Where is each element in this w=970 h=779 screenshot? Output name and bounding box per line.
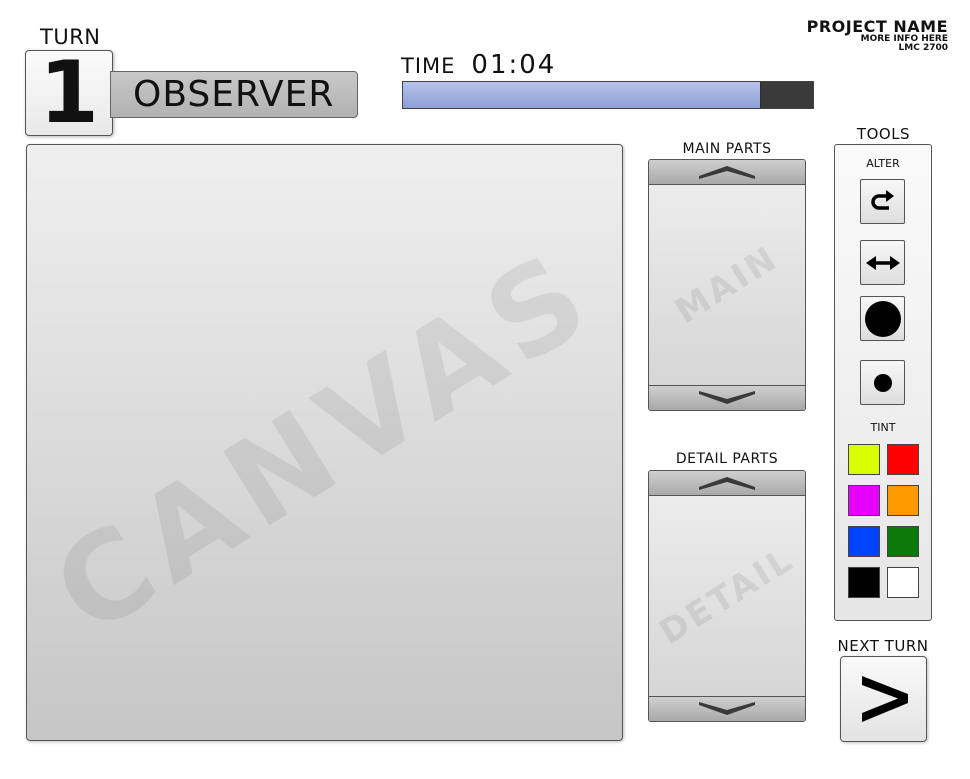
- time-progress-bar: [402, 81, 814, 109]
- tint-swatch-magenta[interactable]: [848, 485, 880, 516]
- alter-label: ALTER: [866, 157, 900, 170]
- chevron-up-icon: [699, 477, 755, 490]
- main-parts-scroll-down-button[interactable]: [649, 385, 805, 410]
- canvas-watermark: CANVAS: [30, 223, 619, 662]
- chevron-down-icon: [699, 391, 755, 404]
- project-info: PROJECT NAME MORE INFO HERE LMC 2700: [807, 19, 948, 53]
- chevron-up-icon: [699, 166, 755, 179]
- project-name: PROJECT NAME: [806, 17, 948, 36]
- tint-swatch-orange[interactable]: [887, 485, 919, 516]
- main-parts-title: MAIN PARTS: [682, 141, 772, 157]
- main-parts-watermark: MAIN: [668, 238, 786, 332]
- detail-parts-scroll-up-button[interactable]: [649, 471, 805, 496]
- large-brush-button[interactable]: [860, 296, 905, 341]
- next-turn-button[interactable]: [840, 656, 927, 742]
- drawing-canvas[interactable]: CANVAS: [26, 144, 623, 741]
- time-label: TIME: [401, 54, 456, 78]
- detail-parts-watermark: DETAIL: [652, 539, 802, 653]
- small-brush-button[interactable]: [860, 360, 905, 405]
- tint-label: TINT: [870, 421, 896, 434]
- tint-swatch-red[interactable]: [887, 444, 919, 475]
- rotate-icon: [870, 189, 894, 210]
- large-circle-icon: [864, 300, 901, 337]
- main-parts-scroll-up-button[interactable]: [649, 160, 805, 185]
- flip-horizontal-icon: [865, 255, 900, 270]
- tint-swatch-blue[interactable]: [848, 526, 880, 557]
- detail-parts-scroll-down-button[interactable]: [649, 696, 805, 721]
- tint-swatch-yellow[interactable]: [848, 444, 880, 475]
- time-progress-fill: [403, 82, 761, 108]
- next-turn-label: NEXT TURN: [837, 637, 929, 655]
- tint-swatch-green[interactable]: [887, 526, 919, 557]
- turn-number: 1: [25, 50, 113, 136]
- chevron-right-icon: [861, 676, 908, 722]
- tint-swatch-black[interactable]: [848, 567, 880, 598]
- timer: TIME 01:04: [401, 50, 556, 80]
- flip-button[interactable]: [860, 240, 905, 285]
- detail-parts-title: DETAIL PARTS: [675, 451, 779, 467]
- small-circle-icon: [873, 373, 892, 392]
- detail-parts-list[interactable]: DETAIL: [648, 470, 806, 722]
- main-parts-list[interactable]: MAIN: [648, 159, 806, 411]
- tools-panel: ALTER TINT: [834, 144, 932, 621]
- project-code: LMC 2700: [898, 43, 948, 53]
- chevron-down-icon: [699, 702, 755, 715]
- time-value: 01:04: [471, 50, 557, 80]
- tint-swatch-white[interactable]: [887, 567, 919, 598]
- rotate-button[interactable]: [860, 179, 905, 224]
- role-label: OBSERVER: [110, 71, 358, 118]
- tools-title: TOOLS: [856, 125, 911, 143]
